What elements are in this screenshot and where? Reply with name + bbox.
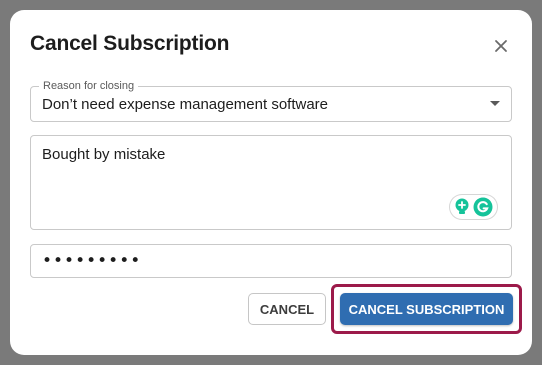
cancel-subscription-button[interactable]: CANCEL SUBSCRIPTION bbox=[340, 293, 513, 325]
password-masked-value: ••••••••• bbox=[42, 251, 142, 271]
reason-select-value: Don’t need expense management software bbox=[42, 96, 329, 113]
password-field[interactable]: ••••••••• bbox=[30, 244, 512, 278]
reason-select[interactable]: Reason for closing Don’t need expense ma… bbox=[30, 79, 512, 122]
grammarly-logo-icon[interactable] bbox=[473, 197, 493, 217]
cancel-subscription-dialog: Cancel Subscription Reason for closing D… bbox=[10, 10, 532, 355]
reason-select-label: Reason for closing bbox=[39, 79, 139, 93]
close-icon bbox=[495, 40, 507, 52]
caret-down-icon bbox=[490, 101, 500, 106]
cancel-button[interactable]: CANCEL bbox=[248, 293, 326, 325]
comment-textarea-value: Bought by mistake bbox=[42, 146, 166, 163]
close-button[interactable] bbox=[490, 35, 512, 57]
grammarly-bulb-icon[interactable] bbox=[454, 198, 470, 216]
comment-textarea[interactable]: Bought by mistake bbox=[30, 135, 512, 230]
dialog-title: Cancel Subscription bbox=[30, 32, 230, 55]
grammarly-widget[interactable] bbox=[450, 195, 497, 219]
